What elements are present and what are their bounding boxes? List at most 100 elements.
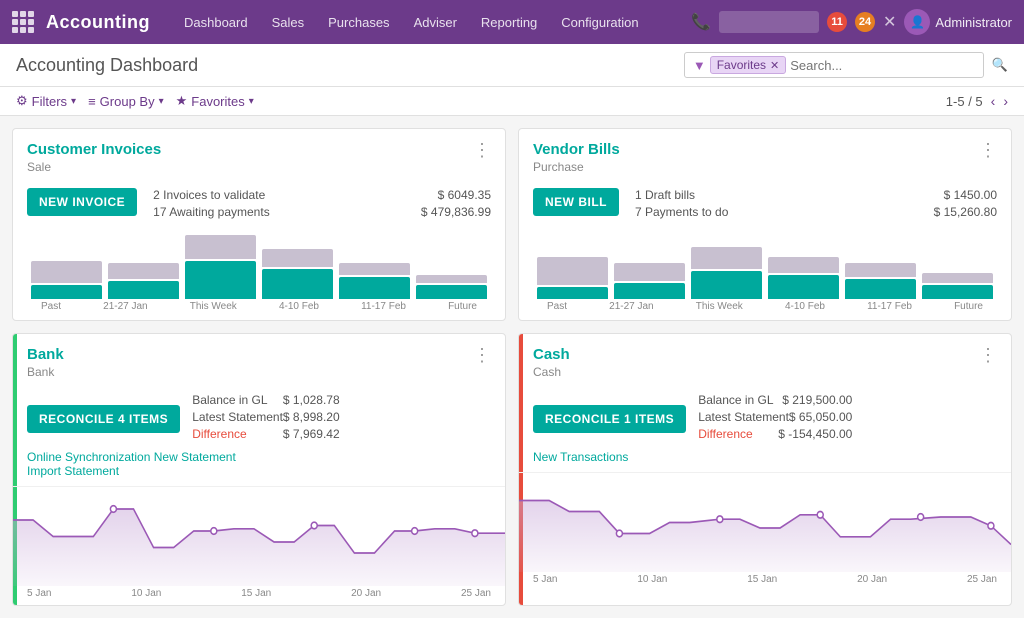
pagination-area: 1-5 / 5 ‹ ›: [946, 93, 1008, 109]
cash-label-4: 25 Jan: [967, 574, 997, 585]
bank-links: Online Synchronization New Statement Imp…: [27, 450, 236, 478]
bar-gray: [416, 275, 487, 283]
vb-bar-group-feb1: [768, 257, 839, 299]
vb-stat-row-1: 1 Draft bills $ 1450.00: [635, 188, 997, 202]
menu-purchases[interactable]: Purchases: [318, 9, 399, 36]
reconcile-cash-button[interactable]: RECONCILE 1 ITEMS: [533, 405, 686, 433]
customer-invoices-subtitle: Sale: [27, 160, 161, 174]
cash-stat-3: Difference $ -154,450.00: [698, 427, 852, 441]
vb-chart-label-1: 21-27 Jan: [609, 301, 653, 312]
menu-configuration[interactable]: Configuration: [551, 9, 648, 36]
cash-label-0: 5 Jan: [533, 574, 557, 585]
search-input[interactable]: [786, 58, 975, 73]
close-icon[interactable]: ✕: [883, 12, 896, 32]
cash-chart-point: [988, 523, 994, 530]
bank-chart-svg: [13, 487, 505, 586]
notification-badge-1[interactable]: 11: [827, 12, 847, 32]
user-menu[interactable]: 👤 Administrator: [904, 9, 1012, 35]
cash-title[interactable]: Cash: [533, 346, 570, 363]
bank-menu[interactable]: ⋮: [473, 346, 491, 364]
vendor-bills-header: Vendor Bills Purchase ⋮: [519, 129, 1011, 180]
bank-stats: Balance in GL $ 1,028.78 Latest Statemen…: [192, 393, 339, 444]
bar-gray: [262, 249, 333, 267]
bar-teal: [31, 285, 102, 299]
chart-label-0: Past: [41, 301, 61, 312]
vb-chart-label-0: Past: [547, 301, 567, 312]
bar-teal: [922, 285, 993, 299]
menu-sales[interactable]: Sales: [262, 9, 315, 36]
bank-stat-value-2: $ 8,998.20: [283, 410, 340, 424]
vb-stat-label-2: 7 Payments to do: [635, 205, 728, 219]
customer-invoices-card: Customer Invoices Sale ⋮ NEW INVOICE 2 I…: [12, 128, 506, 321]
customer-invoices-title[interactable]: Customer Invoices: [27, 141, 161, 158]
filter-tag-remove[interactable]: ✕: [770, 59, 779, 72]
bank-chart-area: [13, 509, 505, 586]
bank-label-0: 5 Jan: [27, 588, 51, 599]
bank-stat-value-1: $ 1,028.78: [283, 393, 340, 407]
menu-reporting[interactable]: Reporting: [471, 9, 547, 36]
vb-bar-group-feb2: [845, 263, 916, 299]
bank-title[interactable]: Bank: [27, 346, 64, 363]
bar-teal: [845, 279, 916, 299]
menu-dashboard[interactable]: Dashboard: [174, 9, 258, 36]
vendor-bills-menu[interactable]: ⋮: [979, 141, 997, 159]
notification-badge-2[interactable]: 24: [855, 12, 875, 32]
filter-tag-label: Favorites: [717, 58, 766, 72]
vendor-bills-body: NEW BILL 1 Draft bills $ 1450.00 7 Payme…: [519, 180, 1011, 230]
bank-chart-labels: 5 Jan 10 Jan 15 Jan 20 Jan 25 Jan: [13, 586, 505, 605]
next-page-button[interactable]: ›: [1003, 93, 1008, 109]
chart-label-4: 11-17 Feb: [361, 301, 406, 312]
bar-gray: [31, 261, 102, 283]
new-bill-button[interactable]: NEW BILL: [533, 188, 619, 216]
bank-chart-point: [412, 528, 418, 535]
groupby-button[interactable]: ≡ Group By ▾: [88, 93, 164, 109]
customer-invoices-stats: 2 Invoices to validate $ 6049.35 17 Awai…: [153, 188, 491, 222]
vb-chart-label-3: 4-10 Feb: [785, 301, 825, 312]
new-invoice-button[interactable]: NEW INVOICE: [27, 188, 137, 216]
vendor-bills-title[interactable]: Vendor Bills: [533, 141, 620, 158]
cash-stat-label-1: Balance in GL: [698, 393, 773, 407]
cash-menu[interactable]: ⋮: [979, 346, 997, 364]
prev-page-button[interactable]: ‹: [991, 93, 996, 109]
vb-stat-value-1: $ 1450.00: [944, 188, 997, 202]
vb-chart-label-4: 11-17 Feb: [867, 301, 912, 312]
top-navigation: Accounting Dashboard Sales Purchases Adv…: [0, 0, 1024, 44]
vendor-bills-card: Vendor Bills Purchase ⋮ NEW BILL 1 Draft…: [518, 128, 1012, 321]
reconcile-bank-button[interactable]: RECONCILE 4 ITEMS: [27, 405, 180, 433]
bank-sync-link[interactable]: Online Synchronization New Statement: [27, 450, 236, 464]
groupby-icon: ≡: [88, 94, 96, 109]
filter-bar: ⚙ Filters ▾ ≡ Group By ▾ ★ Favorites ▾ 1…: [0, 87, 1024, 116]
bank-import-link[interactable]: Import Statement: [27, 464, 236, 478]
bar-gray: [768, 257, 839, 273]
vb-stat-row-2: 7 Payments to do $ 15,260.80: [635, 205, 997, 219]
bar-teal: [691, 271, 762, 299]
vendor-bills-subtitle: Purchase: [533, 160, 620, 174]
chart-label-2: This Week: [190, 301, 237, 312]
filter-tag[interactable]: Favorites ✕: [710, 56, 787, 74]
cash-card: Cash Cash ⋮ RECONCILE 1 ITEMS Balance in…: [518, 333, 1012, 606]
cash-chart-point: [717, 516, 723, 523]
subheader: Accounting Dashboard ▼ Favorites ✕ 🔍: [0, 44, 1024, 87]
cash-new-transactions-link[interactable]: New Transactions: [533, 450, 628, 464]
stat-row-2: 17 Awaiting payments $ 479,836.99: [153, 205, 491, 219]
bank-body-row: RECONCILE 4 ITEMS Balance in GL $ 1,028.…: [27, 393, 340, 444]
vb-stat-value-2: $ 15,260.80: [934, 205, 997, 219]
filters-label: Filters: [32, 94, 67, 109]
favorites-button[interactable]: ★ Favorites ▾: [176, 93, 254, 109]
phone-icon[interactable]: 📞: [691, 12, 711, 32]
menu-adviser[interactable]: Adviser: [404, 9, 467, 36]
bar-gray: [339, 263, 410, 275]
nav-search-input[interactable]: [719, 11, 819, 33]
search-bar[interactable]: ▼ Favorites ✕: [684, 52, 984, 78]
bank-chart-point: [311, 522, 317, 529]
bar-teal: [614, 283, 685, 299]
cash-header: Cash Cash ⋮: [519, 334, 1011, 385]
bar-gray: [845, 263, 916, 277]
bank-stat-label-1: Balance in GL: [192, 393, 267, 407]
app-grid-icon[interactable]: [12, 11, 34, 33]
search-icon[interactable]: 🔍: [992, 57, 1008, 73]
customer-invoices-menu[interactable]: ⋮: [473, 141, 491, 159]
vb-chart-labels: Past 21-27 Jan This Week 4-10 Feb 11-17 …: [533, 299, 997, 318]
filters-button[interactable]: ⚙ Filters ▾: [16, 93, 76, 109]
bar-chart: [27, 234, 491, 299]
